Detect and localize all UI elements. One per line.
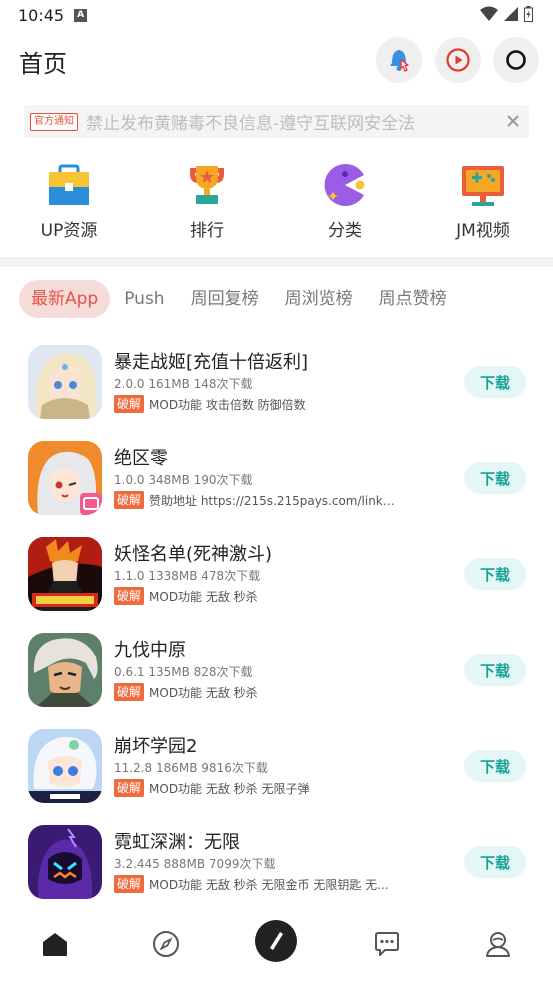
app-icon (28, 441, 102, 515)
download-button[interactable]: 下载 (464, 558, 526, 590)
bottom-nav (0, 910, 553, 984)
app-tagline: 破解 赞助地址 https://215s.215pays.com/links/E… (114, 491, 404, 509)
page-title: 首页 (19, 50, 67, 78)
nav-discover[interactable] (146, 924, 186, 964)
tab-weekly-reply[interactable]: 周回复榜 (179, 280, 271, 318)
tab-latest-app[interactable]: 最新App (19, 280, 111, 318)
app-tagline: 破解 MOD功能 攻击倍数 防御倍数 (114, 395, 404, 413)
app-desc: MOD功能 攻击倍数 防御倍数 (149, 397, 306, 412)
up-resource-icon (49, 164, 89, 205)
status-right (480, 6, 533, 22)
compass-icon (153, 931, 179, 957)
notification-button[interactable] (376, 37, 422, 83)
notice-tag: 官方通知 (30, 112, 78, 131)
list-item[interactable]: 九伐中原 0.6.1 135MB 828次下载 破解 MOD功能 无敌 秒杀 下… (0, 626, 553, 722)
crack-badge: 破解 (114, 395, 145, 413)
app-name: 崩坏学园2 (114, 736, 198, 757)
nav-profile[interactable] (478, 924, 518, 964)
tab-weekly-likes[interactable]: 周点赞榜 (367, 280, 459, 318)
app-meta: 1.1.0 1338MB 478次下载 (114, 569, 261, 583)
download-button[interactable]: 下载 (464, 462, 526, 494)
app-tagline: 破解 MOD功能 无敌 秒杀 (114, 587, 404, 605)
crack-badge: 破解 (114, 491, 145, 509)
app-tagline: 破解 MOD功能 无敌 秒杀 (114, 683, 404, 701)
app-meta: 3.2.445 888MB 7099次下载 (114, 857, 276, 871)
search-button[interactable] (493, 37, 539, 83)
play-icon (446, 48, 470, 72)
app-meta: 1.0.0 348MB 190次下载 (114, 473, 253, 487)
tab-weekly-views[interactable]: 周浏览榜 (273, 280, 365, 318)
category-jm-video[interactable]: JM视频 (428, 162, 538, 241)
crack-badge: 破解 (114, 779, 145, 797)
app-name: 九伐中原 (114, 640, 186, 661)
list-item[interactable]: 霓虹深渊：无限 3.2.445 888MB 7099次下载 破解 MOD功能 无… (0, 818, 553, 914)
bell-icon (390, 50, 409, 72)
download-button[interactable]: 下载 (464, 846, 526, 878)
crack-badge: 破解 (114, 587, 145, 605)
trophy-icon (190, 166, 224, 204)
status-time: 10:45 (18, 5, 65, 25)
status-notification-icon: A (74, 8, 88, 22)
app-icon (28, 633, 102, 707)
app-icon (28, 345, 102, 419)
battery-icon (524, 6, 533, 22)
signal-icon (504, 7, 518, 21)
category-row: UP资源 排行 分类 JM视频 (0, 162, 553, 244)
app-desc: 赞助地址 https://215s.215pays.com/links/E... (149, 493, 400, 508)
video-button[interactable] (435, 37, 481, 83)
crack-badge: 破解 (114, 683, 145, 701)
app-meta: 2.0.0 161MB 148次下载 (114, 377, 253, 391)
list-item[interactable]: 妖怪名单(死神激斗) 1.1.0 1338MB 478次下载 破解 MOD功能 … (0, 530, 553, 626)
wifi-icon (480, 6, 498, 21)
list-item[interactable]: 暴走战姬[充值十倍返利] 2.0.0 161MB 148次下载 破解 MOD功能… (0, 338, 553, 434)
nav-publish[interactable] (251, 916, 301, 966)
download-button[interactable]: 下载 (464, 750, 526, 782)
app-tagline: 破解 MOD功能 无敌 秒杀 无限子弹 (114, 779, 404, 797)
app-name: 妖怪名单(死神激斗) (114, 544, 273, 565)
nav-messages[interactable] (367, 924, 407, 964)
category-ranking[interactable]: 排行 (152, 162, 262, 241)
app-desc: MOD功能 无敌 秒杀 无限金币 无限钥匙 无... (149, 877, 389, 892)
app-name: 暴走战姬[充值十倍返利] (114, 352, 309, 373)
search-icon (506, 50, 526, 70)
app-meta: 0.6.1 135MB 828次下载 (114, 665, 253, 679)
app-icon (28, 537, 102, 611)
notice-bar[interactable]: 官方通知 禁止发布黄赌毒不良信息-遵守互联网安全法 (24, 105, 529, 138)
monitor-icon (462, 166, 504, 206)
pacman-icon (324, 164, 365, 206)
category-label: JM视频 (456, 221, 510, 241)
section-divider (0, 257, 553, 267)
tab-push[interactable]: Push (112, 280, 176, 318)
message-icon (375, 932, 399, 956)
app-desc: MOD功能 无敌 秒杀 (149, 589, 258, 604)
app-desc: MOD功能 无敌 秒杀 (149, 685, 258, 700)
close-icon[interactable] (503, 111, 523, 131)
category-label: 分类 (328, 221, 362, 241)
home-icon (43, 933, 67, 956)
app-desc: MOD功能 无敌 秒杀 无限子弹 (149, 781, 310, 796)
list-item[interactable]: 绝区零 1.0.0 348MB 190次下载 破解 赞助地址 https://2… (0, 434, 553, 530)
download-button[interactable]: 下载 (464, 654, 526, 686)
category-label: 排行 (190, 221, 224, 241)
header: 首页 (0, 36, 553, 86)
app-tagline: 破解 MOD功能 无敌 秒杀 无限金币 无限钥匙 无... (114, 875, 404, 893)
crack-badge: 破解 (114, 875, 145, 893)
download-button[interactable]: 下载 (464, 366, 526, 398)
category-classify[interactable]: 分类 (290, 162, 400, 241)
app-name: 绝区零 (114, 448, 168, 469)
status-bar: 10:45 A (0, 0, 553, 30)
app-name: 霓虹深渊：无限 (114, 832, 240, 853)
app-meta: 11.2.8 186MB 9816次下载 (114, 761, 268, 775)
profile-icon (486, 932, 510, 957)
tab-bar: 最新App Push 周回复榜 周浏览榜 周点赞榜 (19, 280, 459, 318)
list-item[interactable]: 崩坏学园2 11.2.8 186MB 9816次下载 破解 MOD功能 无敌 秒… (0, 722, 553, 818)
publish-icon (255, 920, 297, 962)
nav-home[interactable] (35, 924, 75, 964)
app-icon (28, 825, 102, 899)
category-label: UP资源 (40, 221, 98, 241)
category-up-resource[interactable]: UP资源 (14, 162, 124, 241)
notice-text: 禁止发布黄赌毒不良信息-遵守互联网安全法 (86, 114, 416, 134)
app-icon (28, 729, 102, 803)
